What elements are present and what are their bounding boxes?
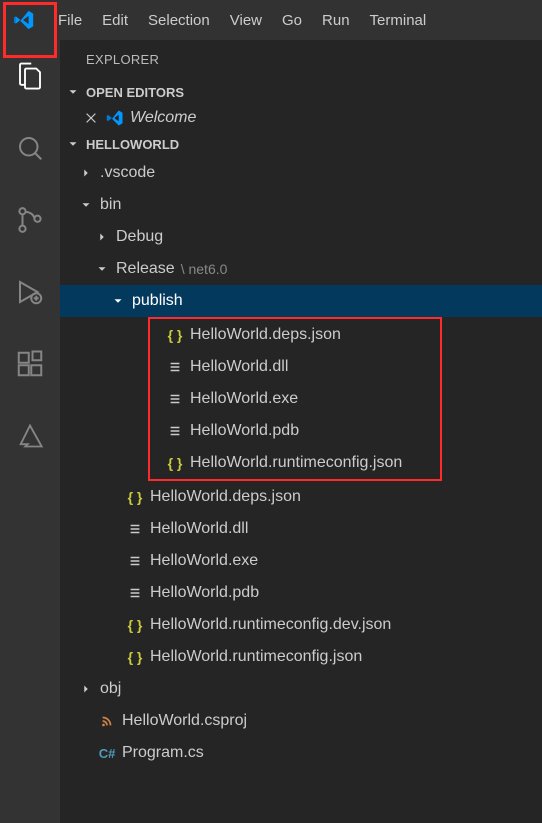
folder-debug[interactable]: Debug xyxy=(60,221,542,253)
menu-edit[interactable]: Edit xyxy=(92,0,138,40)
xml-icon xyxy=(96,714,118,728)
folder-release[interactable]: Release \ net6.0 xyxy=(60,253,542,285)
menu-terminal[interactable]: Terminal xyxy=(360,0,437,40)
json-icon: { } xyxy=(124,649,146,665)
open-editor-welcome[interactable]: Welcome xyxy=(60,105,542,131)
file-label: HelloWorld.runtimeconfig.dev.json xyxy=(150,616,391,634)
chevron-down-icon xyxy=(64,135,82,153)
json-icon: { } xyxy=(124,489,146,505)
file-label: HelloWorld.deps.json xyxy=(150,488,301,506)
file-lines-icon xyxy=(124,586,146,600)
csharp-icon: C# xyxy=(96,746,118,761)
file-release-dll[interactable]: HelloWorld.dll xyxy=(60,513,542,545)
source-control-icon xyxy=(15,205,45,235)
activity-explorer[interactable] xyxy=(2,48,58,104)
vscode-file-icon xyxy=(106,109,124,127)
chevron-down-icon xyxy=(76,198,96,212)
run-debug-icon xyxy=(15,277,45,307)
publish-highlight: { } HelloWorld.deps.json HelloWorld.dll … xyxy=(148,317,442,481)
folder-path-suffix: \ net6.0 xyxy=(181,261,228,277)
file-publish-runtimeconfig-json[interactable]: { } HelloWorld.runtimeconfig.json xyxy=(150,447,440,479)
menu-file[interactable]: File xyxy=(48,0,92,40)
file-release-exe[interactable]: HelloWorld.exe xyxy=(60,545,542,577)
file-label: HelloWorld.pdb xyxy=(150,584,259,602)
chevron-down-icon xyxy=(108,294,128,308)
activity-extensions[interactable] xyxy=(2,336,58,392)
folder-label: publish xyxy=(132,292,183,310)
chevron-down-icon xyxy=(92,262,112,276)
workspace-header[interactable]: HELLOWORLD xyxy=(60,131,542,157)
folder-label: bin xyxy=(100,196,121,214)
folder-bin[interactable]: bin xyxy=(60,189,542,221)
file-release-runtimeconfig-dev-json[interactable]: { } HelloWorld.runtimeconfig.dev.json xyxy=(60,609,542,641)
file-release-runtimeconfig-json[interactable]: { } HelloWorld.runtimeconfig.json xyxy=(60,641,542,673)
file-label: HelloWorld.pdb xyxy=(190,422,299,440)
menu-view[interactable]: View xyxy=(220,0,272,40)
json-icon: { } xyxy=(124,617,146,633)
file-label: HelloWorld.deps.json xyxy=(190,326,341,344)
file-label: HelloWorld.dll xyxy=(150,520,248,538)
files-icon xyxy=(15,61,45,91)
file-label: HelloWorld.csproj xyxy=(122,712,247,730)
folder-label: obj xyxy=(100,680,121,698)
file-label: HelloWorld.runtimeconfig.json xyxy=(150,648,362,666)
file-label: HelloWorld.dll xyxy=(190,358,288,376)
chevron-down-icon xyxy=(64,83,82,101)
file-label: Program.cs xyxy=(122,744,204,762)
extensions-icon xyxy=(15,349,45,379)
chevron-right-icon xyxy=(76,682,96,696)
close-icon[interactable] xyxy=(82,109,100,127)
menubar: File Edit Selection View Go Run Terminal xyxy=(0,0,542,40)
json-icon: { } xyxy=(164,327,186,343)
file-tree: .vscode bin Debug Release \ net6.0 publi… xyxy=(60,157,542,823)
file-publish-deps-json[interactable]: { } HelloWorld.deps.json xyxy=(150,319,440,351)
activity-azure[interactable] xyxy=(2,408,58,464)
open-editors-label: OPEN EDITORS xyxy=(86,85,184,100)
file-lines-icon xyxy=(124,522,146,536)
file-publish-exe[interactable]: HelloWorld.exe xyxy=(150,383,440,415)
file-release-deps-json[interactable]: { } HelloWorld.deps.json xyxy=(60,481,542,513)
file-lines-icon xyxy=(164,392,186,406)
file-lines-icon xyxy=(164,360,186,374)
file-label: HelloWorld.exe xyxy=(190,390,298,408)
activity-run-debug[interactable] xyxy=(2,264,58,320)
folder-label: .vscode xyxy=(100,164,155,182)
folder-publish[interactable]: publish xyxy=(60,285,542,317)
folder-obj[interactable]: obj xyxy=(60,673,542,705)
chevron-right-icon xyxy=(76,166,96,180)
sidebar-title: EXPLORER xyxy=(60,40,542,79)
explorer-sidebar: EXPLORER OPEN EDITORS Welcome HELLOWORLD xyxy=(60,40,542,823)
file-lines-icon xyxy=(164,424,186,438)
file-release-pdb[interactable]: HelloWorld.pdb xyxy=(60,577,542,609)
file-label: HelloWorld.runtimeconfig.json xyxy=(190,454,402,472)
folder-vscode[interactable]: .vscode xyxy=(60,157,542,189)
azure-icon xyxy=(16,422,44,450)
menu-run[interactable]: Run xyxy=(312,0,360,40)
folder-label: Release xyxy=(116,260,175,278)
file-publish-dll[interactable]: HelloWorld.dll xyxy=(150,351,440,383)
file-publish-pdb[interactable]: HelloWorld.pdb xyxy=(150,415,440,447)
search-icon xyxy=(15,133,45,163)
menu-go[interactable]: Go xyxy=(272,0,312,40)
vscode-logo-icon xyxy=(10,6,38,34)
workspace-label: HELLOWORLD xyxy=(86,137,179,152)
file-program-cs[interactable]: C# Program.cs xyxy=(60,737,542,769)
file-csproj[interactable]: HelloWorld.csproj xyxy=(60,705,542,737)
activity-bar xyxy=(0,40,60,823)
open-editors-header[interactable]: OPEN EDITORS xyxy=(60,79,542,105)
file-label: HelloWorld.exe xyxy=(150,552,258,570)
activity-search[interactable] xyxy=(2,120,58,176)
activity-source-control[interactable] xyxy=(2,192,58,248)
open-editor-label: Welcome xyxy=(130,109,196,127)
menu-selection[interactable]: Selection xyxy=(138,0,220,40)
file-lines-icon xyxy=(124,554,146,568)
json-icon: { } xyxy=(164,455,186,471)
chevron-right-icon xyxy=(92,230,112,244)
folder-label: Debug xyxy=(116,228,163,246)
